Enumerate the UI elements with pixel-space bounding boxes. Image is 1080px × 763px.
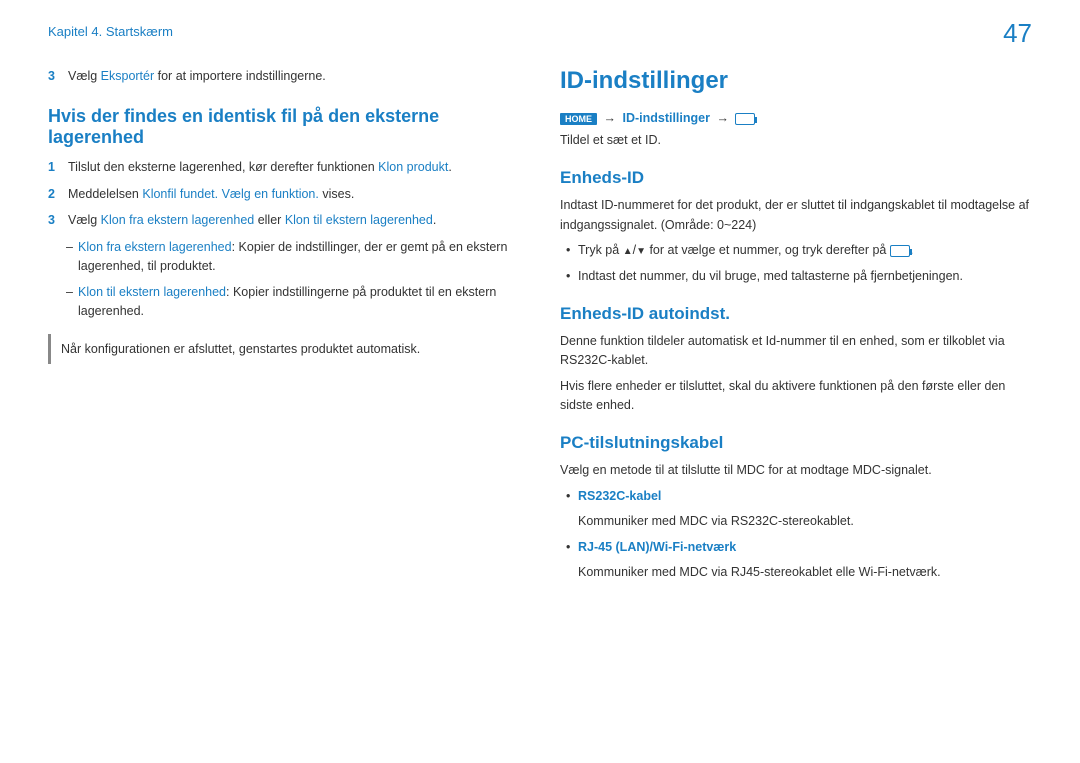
highlight: Klon til ekstern lagerenhed <box>78 285 226 299</box>
step-text: Tilslut den eksterne lagerenhed, kør der… <box>68 158 452 177</box>
bullet-rj45: RJ-45 (LAN)/Wi-Fi-netværk <box>560 538 1032 557</box>
highlight-klon-produkt: Klon produkt <box>378 160 448 174</box>
step-number: 1 <box>48 158 60 177</box>
body-text: Indtast ID-nummeret for det produkt, der… <box>560 196 1032 235</box>
step-text: Meddelelsen Klonfil fundet. Vælg en funk… <box>68 185 354 204</box>
navigation-path: HOME → ID-indstillinger → <box>560 111 1032 125</box>
body-text: Kommuniker med MDC via RS232C-stereokabl… <box>560 512 1032 531</box>
two-column-layout: 3 Vælg Eksportér for at importere indsti… <box>48 67 1032 588</box>
highlight-klonfil-fundet: Klonfil fundet. Vælg en funktion. <box>142 187 319 201</box>
bullet-tryk-pa: Tryk på ▲/▼ for at vælge et nummer, og t… <box>560 241 1032 260</box>
body-text: Vælg en metode til at tilslutte til MDC … <box>560 461 1032 480</box>
body-text: Tildel et sæt et ID. <box>560 131 1032 150</box>
bullet-indtast: Indtast det nummer, du vil bruge, med ta… <box>560 267 1032 286</box>
body-text: Hvis flere enheder er tilsluttet, skal d… <box>560 377 1032 416</box>
home-badge-icon: HOME <box>560 113 597 125</box>
highlight-eksporter: Eksportér <box>101 69 155 83</box>
step-number: 3 <box>48 67 60 86</box>
body-text: Kommuniker med MDC via RJ45-stereokablet… <box>560 563 1032 582</box>
nav-id-indstillinger: ID-indstillinger <box>622 111 710 125</box>
step-number: 3 <box>48 211 60 230</box>
step-text: Vælg Eksportér for at importere indstill… <box>68 67 326 86</box>
highlight: Klon fra ekstern lagerenhed <box>78 240 232 254</box>
step-1: 1 Tilslut den eksterne lagerenhed, kør d… <box>48 158 520 177</box>
note-box: Når konfigurationen er afsluttet, gensta… <box>48 334 520 364</box>
chapter-heading: Kapitel 4. Startskærm <box>48 24 1032 39</box>
sub-bullet-klon-til: Klon til ekstern lagerenhed: Kopier inds… <box>48 283 520 322</box>
left-column: 3 Vælg Eksportér for at importere indsti… <box>48 67 520 588</box>
subheading-identical-file: Hvis der findes en identisk fil på den e… <box>48 106 520 148</box>
subheading-enheds-id: Enheds-ID <box>560 168 1032 188</box>
arrow-icon: → <box>603 111 616 125</box>
sub-bullet-klon-fra: Klon fra ekstern lagerenhed: Kopier de i… <box>48 238 520 277</box>
highlight-klon-til: Klon til ekstern lagerenhed <box>285 213 433 227</box>
section-heading-id-indstillinger: ID-indstillinger <box>560 67 1032 95</box>
step-2: 2 Meddelelsen Klonfil fundet. Vælg en fu… <box>48 185 520 204</box>
page-number: 47 <box>1003 18 1032 49</box>
step-3: 3 Vælg Klon fra ekstern lagerenhed eller… <box>48 211 520 230</box>
subheading-enheds-id-auto: Enheds-ID autoindst. <box>560 304 1032 324</box>
bullet-rs232c: RS232C-kabel <box>560 487 1032 506</box>
body-text: Denne funktion tildeler automatisk et Id… <box>560 332 1032 371</box>
arrow-icon: → <box>716 111 729 125</box>
right-column: ID-indstillinger HOME → ID-indstillinger… <box>560 67 1032 588</box>
highlight-rj45: RJ-45 (LAN)/Wi-Fi-netværk <box>578 540 736 554</box>
highlight-klon-fra: Klon fra ekstern lagerenhed <box>101 213 255 227</box>
down-arrow-icon: ▼ <box>636 246 646 257</box>
step-3-export: 3 Vælg Eksportér for at importere indsti… <box>48 67 520 86</box>
up-arrow-icon: ▲ <box>623 246 633 257</box>
remote-enter-icon <box>735 113 755 125</box>
step-number: 2 <box>48 185 60 204</box>
subheading-pc-kabel: PC-tilslutningskabel <box>560 433 1032 453</box>
remote-enter-icon <box>890 245 910 257</box>
step-text: Vælg Klon fra ekstern lagerenhed eller K… <box>68 211 436 230</box>
highlight-rs232c: RS232C-kabel <box>578 489 661 503</box>
